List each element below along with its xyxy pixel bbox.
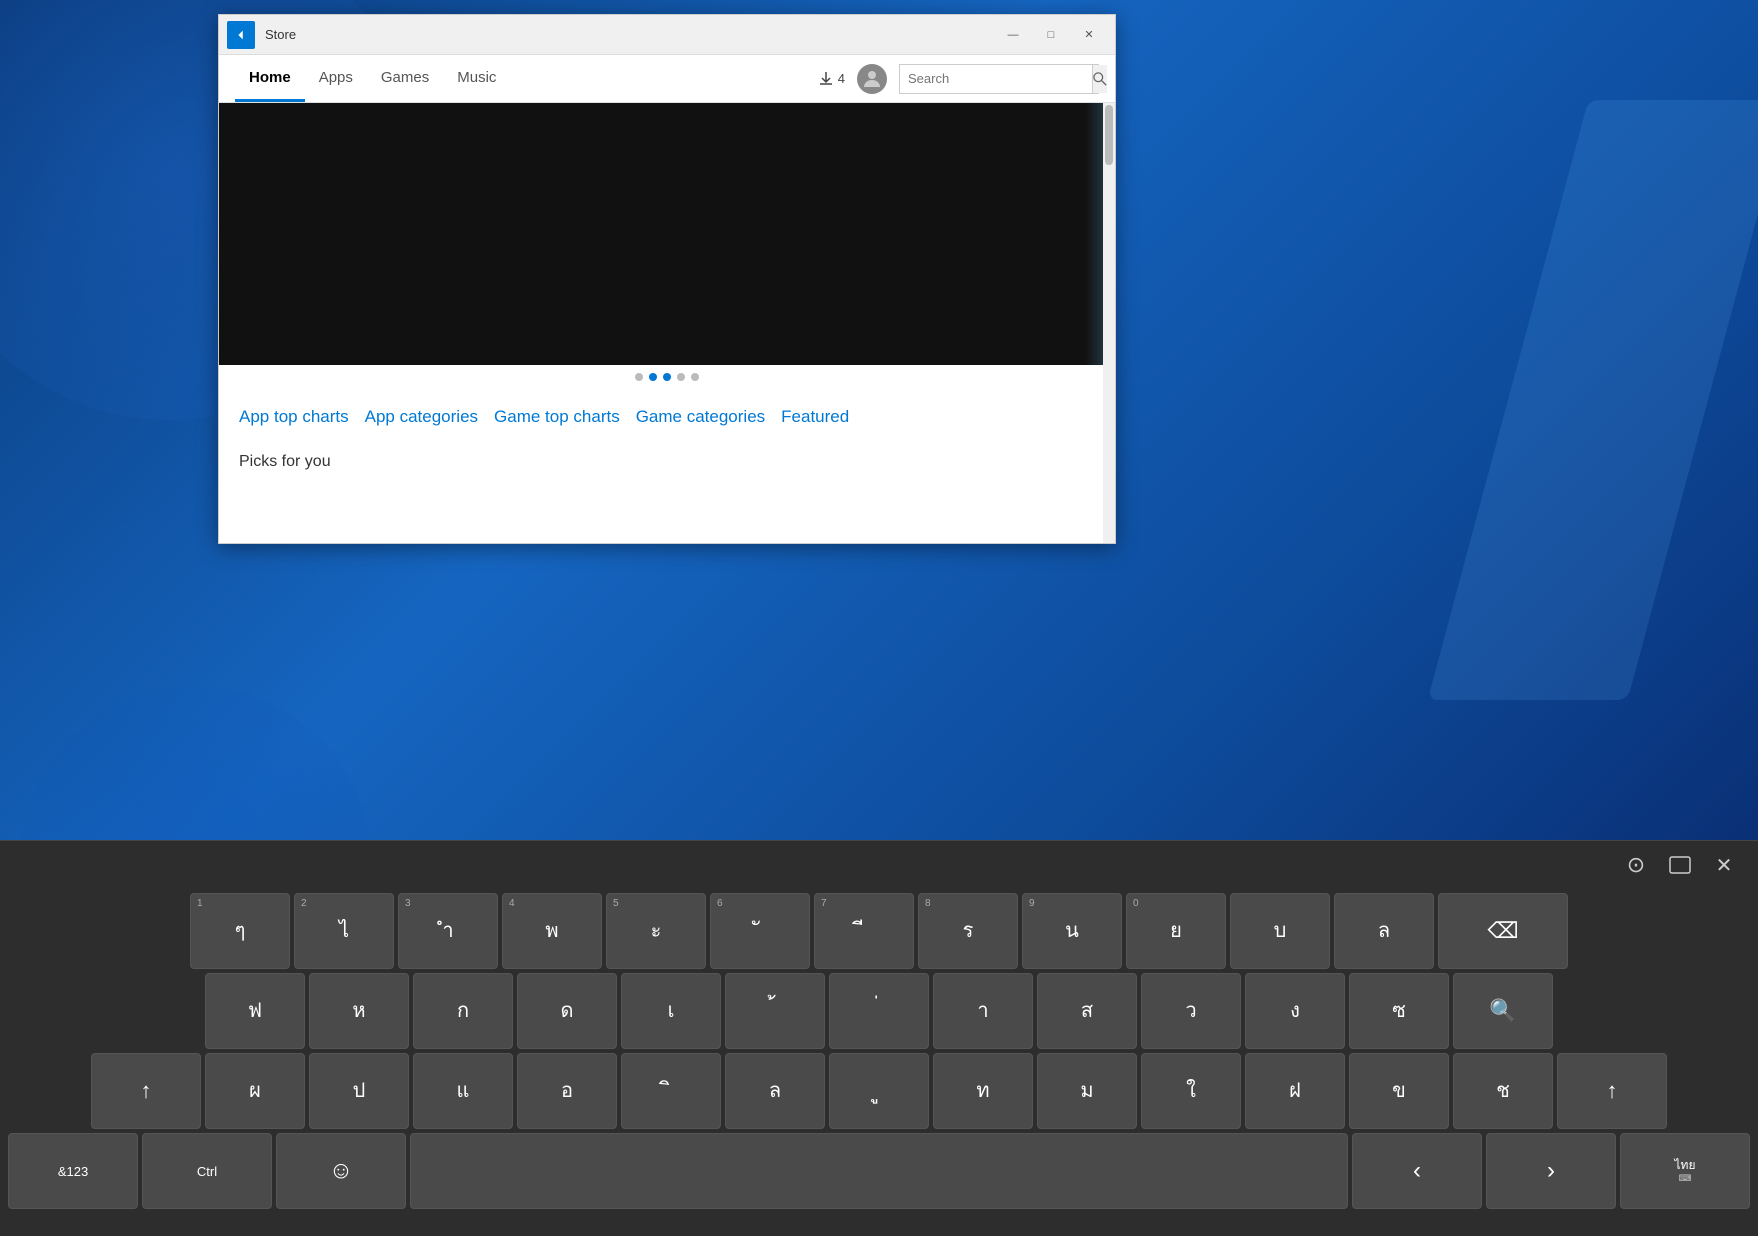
key-mai-tho[interactable]: ้	[725, 973, 825, 1049]
nav-home[interactable]: Home	[235, 55, 305, 102]
nav-links-section: App top charts App categories Game top c…	[219, 389, 1115, 445]
key-0-yo-yak[interactable]: 0ย	[1126, 893, 1226, 969]
nav-games[interactable]: Games	[367, 55, 443, 102]
scrollbar-thumb[interactable]	[1105, 105, 1113, 165]
nav-bar: Home Apps Games Music 4	[219, 55, 1115, 103]
keyboard-close-button[interactable]: ✕	[1706, 847, 1742, 883]
key-4-pho-phan[interactable]: 4พ	[502, 893, 602, 969]
key-ko-kai[interactable]: ก	[413, 973, 513, 1049]
key-cho-chang[interactable]: ช	[1453, 1053, 1553, 1129]
key-wo-waen[interactable]: ว	[1141, 973, 1241, 1049]
minimize-button[interactable]: —	[995, 21, 1031, 49]
hero-dot-3[interactable]	[663, 373, 671, 381]
hero-banner: คุณ	[219, 103, 1115, 365]
shift-right-key[interactable]: ↑	[1557, 1053, 1667, 1129]
window-controls: — □ ✕	[995, 21, 1107, 49]
language-key[interactable]: ไทย ⌨	[1620, 1133, 1750, 1209]
key-9-no-nu[interactable]: 9น	[1022, 893, 1122, 969]
ctrl-key[interactable]: Ctrl	[142, 1133, 272, 1209]
hero-dot-5[interactable]	[691, 373, 699, 381]
key-mo-ma[interactable]: ม	[1037, 1053, 1137, 1129]
key-lo-chula[interactable]: ล	[725, 1053, 825, 1129]
keyboard-row-4: &123 Ctrl ☺ ‹ › ไทย ⌨	[8, 1133, 1750, 1209]
key-sara-aa[interactable]: า	[933, 973, 1033, 1049]
key-sara-i[interactable]: ิ	[621, 1053, 721, 1129]
user-avatar[interactable]	[857, 64, 887, 94]
key-ho-hip[interactable]: ห	[309, 973, 409, 1049]
scrollbar[interactable]	[1103, 103, 1115, 543]
game-top-charts-link[interactable]: Game top charts	[494, 407, 636, 427]
key-do-dek[interactable]: ด	[517, 973, 617, 1049]
hero-dot-2[interactable]	[649, 373, 657, 381]
key-6-mai-han-akat[interactable]: 6ั	[710, 893, 810, 969]
key-3-sara-am[interactable]: 3ำ	[398, 893, 498, 969]
search-box[interactable]	[899, 64, 1099, 94]
app-top-charts-link[interactable]: App top charts	[239, 407, 365, 427]
key-so-so[interactable]: ซ	[1349, 973, 1449, 1049]
hero-dot-1[interactable]	[635, 373, 643, 381]
key-kho-khai[interactable]: ข	[1349, 1053, 1449, 1129]
hero-dot-4[interactable]	[677, 373, 685, 381]
key-so-sua[interactable]: ส	[1037, 973, 1137, 1049]
keyboard-keys: 1ๆ 2ไ 3ำ 4พ 5ะ 6ั 7ี 8ร 9น 0ย บ ล ⌫ ฟ ห …	[0, 889, 1758, 1217]
search-button[interactable]	[1092, 65, 1107, 93]
key-pho-phung[interactable]: ผ	[205, 1053, 305, 1129]
symbols-key[interactable]: &123	[8, 1133, 138, 1209]
download-indicator[interactable]: 4	[818, 71, 845, 87]
key-5-sara-a[interactable]: 5ะ	[606, 893, 706, 969]
app-categories-link[interactable]: App categories	[365, 407, 494, 427]
keyboard-row-1: 1ๆ 2ไ 3ำ 4พ 5ะ 6ั 7ี 8ร 9น 0ย บ ล ⌫	[8, 893, 1750, 969]
keyboard-row-3: ↑ ผ ป แ อ ิ ล ู ท ม ใ ฝ ข ช ↑	[8, 1053, 1750, 1129]
emoji-key[interactable]: ☺	[276, 1133, 406, 1209]
key-7-sara-ii[interactable]: 7ี	[814, 893, 914, 969]
key-lo-ling[interactable]: ล	[1334, 893, 1434, 969]
key-ngo-ngu[interactable]: ง	[1245, 973, 1345, 1049]
key-8-ro-rua[interactable]: 8ร	[918, 893, 1018, 969]
shift-left-key[interactable]: ↑	[91, 1053, 201, 1129]
keyboard-row-2: ฟ ห ก ด เ ้ ่ า ส ว ง ซ 🔍	[8, 973, 1750, 1049]
search-key[interactable]: 🔍	[1453, 973, 1553, 1049]
key-fo-fan[interactable]: ฟ	[205, 973, 305, 1049]
key-fo-fon[interactable]: ฝ	[1245, 1053, 1345, 1129]
store-window: Store — □ ✕ Home Apps Games Music 4	[218, 14, 1116, 544]
window-title: Store	[265, 27, 995, 42]
key-to-tahan[interactable]: ท	[933, 1053, 1033, 1129]
key-po-pla[interactable]: ป	[309, 1053, 409, 1129]
key-2-mai-han[interactable]: 2ไ	[294, 893, 394, 969]
keyboard-toolbar: ⊙ ✕	[0, 841, 1758, 889]
nav-apps[interactable]: Apps	[305, 55, 367, 102]
hero-dots	[219, 365, 1115, 389]
title-bar: Store — □ ✕	[219, 15, 1115, 55]
search-input[interactable]	[900, 65, 1092, 93]
picks-title: Picks for you	[239, 453, 331, 470]
key-o-ang[interactable]: อ	[517, 1053, 617, 1129]
picks-section: Picks for you	[219, 445, 1115, 479]
maximize-button[interactable]: □	[1033, 21, 1069, 49]
key-1-kok[interactable]: 1ๆ	[190, 893, 290, 969]
keyboard-layout-toggle[interactable]	[1662, 847, 1698, 883]
arrow-left-key[interactable]: ‹	[1352, 1133, 1482, 1209]
virtual-keyboard: ⊙ ✕ 1ๆ 2ไ 3ำ 4พ 5ะ 6ั 7ี 8ร 9น 0ย บ ล ⌫ …	[0, 840, 1758, 1236]
backspace-key[interactable]: ⌫	[1438, 893, 1568, 969]
key-bo-baimai[interactable]: บ	[1230, 893, 1330, 969]
close-button[interactable]: ✕	[1071, 21, 1107, 49]
featured-link[interactable]: Featured	[781, 407, 865, 427]
key-sara-ae[interactable]: แ	[413, 1053, 513, 1129]
back-button[interactable]	[227, 21, 255, 49]
key-sara-uu[interactable]: ู	[829, 1053, 929, 1129]
key-mai-ek[interactable]: ่	[829, 973, 929, 1049]
keyboard-emoji-picker[interactable]: ⊙	[1618, 847, 1654, 883]
key-sara-ai-mai-muan[interactable]: ใ	[1141, 1053, 1241, 1129]
download-count: 4	[838, 71, 845, 86]
space-key[interactable]	[410, 1133, 1348, 1209]
arrow-right-key[interactable]: ›	[1486, 1133, 1616, 1209]
game-categories-link[interactable]: Game categories	[636, 407, 781, 427]
nav-music[interactable]: Music	[443, 55, 510, 102]
key-sara-e[interactable]: เ	[621, 973, 721, 1049]
